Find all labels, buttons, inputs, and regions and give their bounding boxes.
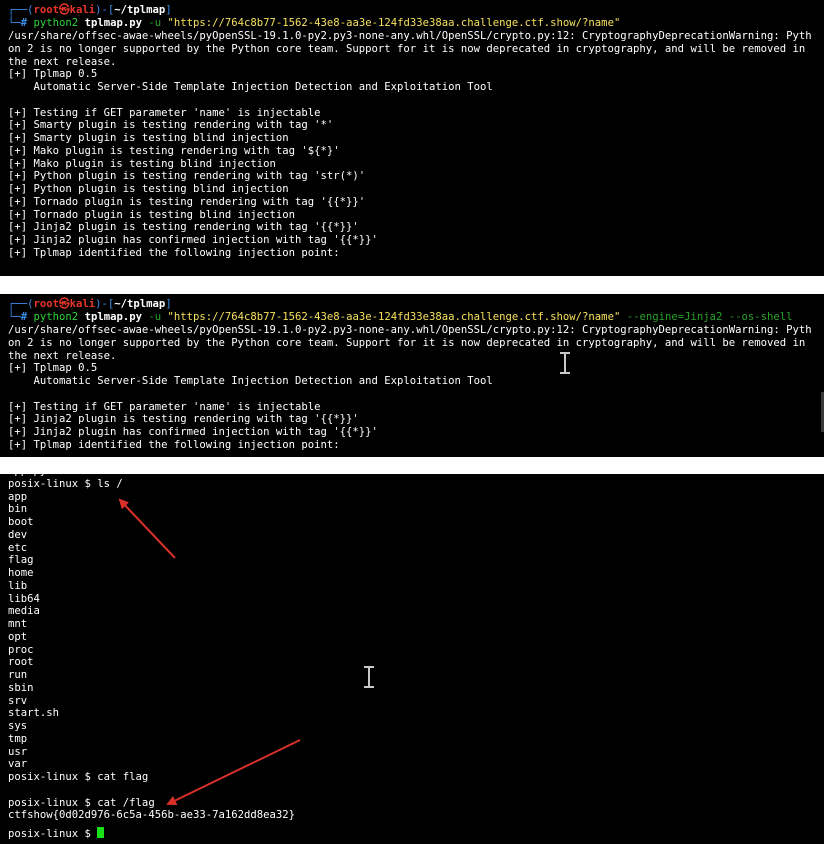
arrow-to-ls [118, 498, 176, 559]
text-cursor-icon [558, 352, 572, 374]
terminal-line: [+] Tornado plugin is testing rendering … [8, 195, 366, 208]
terminal-line: [+] Testing if GET parameter 'name' is i… [8, 106, 321, 119]
terminal-line: Automatic Server-Side Template Injection… [8, 375, 493, 387]
terminal-line: /usr/share/offsec-awae-wheels/pyOpenSSL-… [8, 324, 812, 336]
terminal-line: /usr/share/offsec-awae-wheels/pyOpenSSL-… [8, 30, 812, 42]
terminal-line: [+] Tplmap identified the following inje… [8, 246, 340, 259]
terminal-line: [+] Tplmap 0.5 [8, 362, 98, 375]
prompt-line: ┌──(root㉿kali)-[~/tplmap] [8, 298, 172, 310]
terminal-line: on 2 is no longer supported by the Pytho… [8, 336, 806, 349]
prompt-line: ┌──(root㉿kali)-[~/tplmap] [8, 4, 172, 16]
terminal-line: [+] Mako plugin is testing rendering wit… [8, 144, 340, 157]
terminal-line: [+] Python plugin is testing blind injec… [8, 183, 289, 195]
terminal-line: [+] Jinja2 plugin has confirmed injectio… [8, 426, 378, 438]
terminal-panel-1[interactable]: ┌──(root㉿kali)-[~/tplmap] └─# python2 tp… [0, 0, 824, 276]
terminal-line: the next release. [8, 55, 117, 68]
terminal-line: [+] Tplmap 0.5 [8, 68, 98, 81]
terminal-line: [+] Python plugin is testing rendering w… [8, 170, 366, 183]
terminal-line: on 2 is no longer supported by the Pytho… [8, 42, 806, 55]
annotation-arrows [118, 498, 301, 806]
terminal-line: [+] Tplmap identified the following inje… [8, 438, 340, 451]
terminal-line: [+] Smarty plugin is testing blind injec… [8, 132, 289, 144]
command-line: └─# python2 tplmap.py -u "https://764c8b… [8, 17, 621, 29]
terminal-line: the next release. [8, 349, 117, 362]
terminal-line: [+] Smarty plugin is testing rendering w… [8, 119, 334, 132]
terminal-panel-3[interactable]: app.pyposix-linux $ ls /appbinbootdevetc… [0, 474, 824, 844]
command-line: └─# python2 tplmap.py -u "https://764c8b… [8, 311, 793, 323]
arrow-to-cat-flag [166, 739, 301, 806]
terminal-line: [+] Mako plugin is testing blind injecti… [8, 157, 276, 170]
terminal-line: [+] Tornado plugin is testing blind inje… [8, 208, 296, 221]
terminal-panel-2[interactable]: ┌──(root㉿kali)-[~/tplmap] └─# python2 tp… [0, 294, 824, 457]
terminal-line: [+] Testing if GET parameter 'name' is i… [8, 400, 321, 413]
terminal-line: [+] Jinja2 plugin is testing rendering w… [8, 413, 359, 426]
terminal-line: [+] Jinja2 plugin is testing rendering w… [8, 221, 359, 234]
terminal-line: [+] Jinja2 plugin has confirmed injectio… [8, 234, 378, 246]
terminal-line: Automatic Server-Side Template Injection… [8, 81, 493, 93]
